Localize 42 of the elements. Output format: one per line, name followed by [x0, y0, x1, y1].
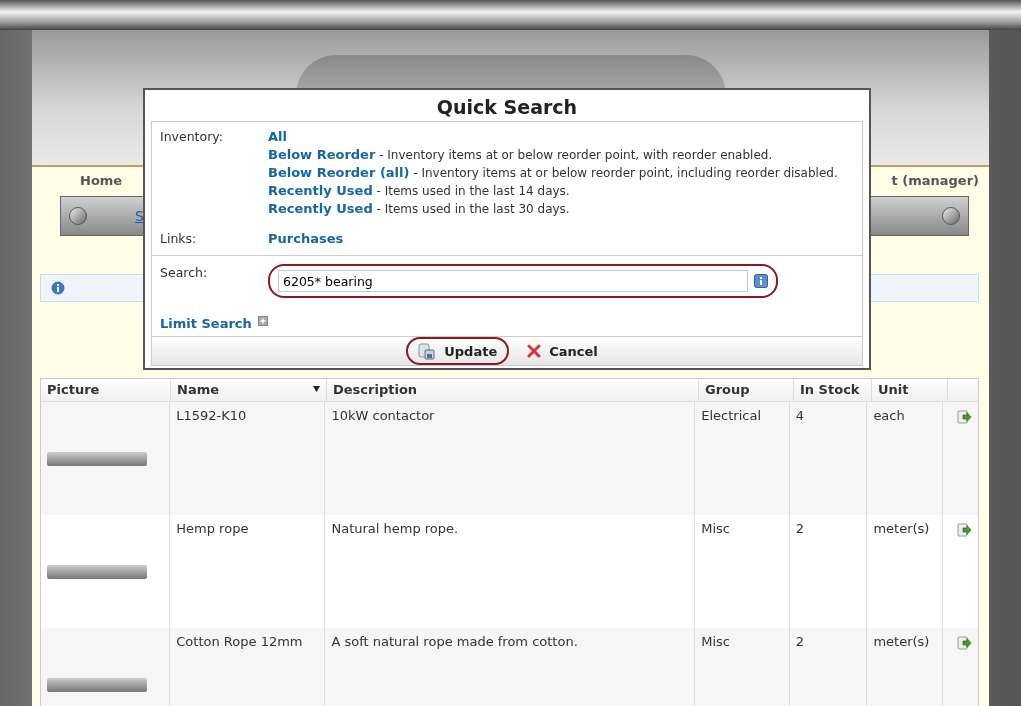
filter-link[interactable]: Recently Used	[268, 201, 373, 216]
inventory-label: Inventory:	[160, 128, 224, 146]
cancel-button[interactable]: Cancel	[517, 340, 608, 362]
column-header[interactable]: Name	[171, 379, 327, 401]
search-field[interactable]: 6205* bearing	[278, 270, 748, 292]
filter-link[interactable]: Recently Used	[268, 183, 373, 198]
filter-description: - Items used in the last 14 days.	[375, 184, 570, 198]
filter-description: - Inventory items at or below reorder point, including reorder disabled.	[412, 166, 838, 180]
column-header[interactable]: Description	[327, 379, 699, 401]
table-cell: A soft natural rope made from cotton.	[325, 628, 696, 706]
limit-search-link[interactable]: Limit Search	[160, 316, 252, 331]
document-arrow-icon[interactable]	[957, 410, 972, 425]
account-link[interactable]: t (manager)	[891, 173, 979, 188]
column-header[interactable]: Group	[699, 379, 794, 401]
column-header[interactable]: Unit	[872, 379, 948, 401]
filter-link[interactable]: Below Reorder (all)	[268, 165, 410, 180]
column-header[interactable]: Picture	[41, 379, 171, 401]
info-icon[interactable]	[754, 274, 768, 288]
links-label: Links:	[160, 230, 198, 248]
screw-icon	[69, 207, 87, 225]
table-cell: Misc	[695, 628, 790, 706]
table-cell: meter(s)	[867, 628, 943, 706]
update-button[interactable]: Update	[406, 337, 510, 365]
table-cell: Cotton Rope 12mm	[170, 628, 326, 706]
search-label: Search:	[160, 264, 209, 282]
table-cell: 2	[789, 628, 868, 706]
purchases-link[interactable]: Purchases	[268, 231, 344, 246]
filter-description: - Items used in the last 30 days.	[375, 202, 570, 216]
dialog-title: Quick Search	[435, 95, 579, 120]
save-icon	[418, 342, 437, 360]
document-arrow-icon[interactable]	[957, 636, 972, 651]
close-icon	[527, 344, 542, 358]
info-icon	[51, 281, 65, 295]
filter-description: - Inventory items at or below reorder point, with reorder enabled.	[378, 148, 773, 162]
screw-icon	[942, 207, 960, 225]
document-arrow-icon[interactable]	[957, 523, 972, 538]
filter-link[interactable]: All	[268, 129, 287, 144]
expand-icon[interactable]	[257, 316, 268, 326]
sort-arrow-icon	[313, 386, 320, 392]
filter-link[interactable]: Below Reorder	[268, 147, 376, 162]
column-header[interactable]: In Stock	[794, 379, 872, 401]
home-link[interactable]: Home	[80, 173, 123, 188]
